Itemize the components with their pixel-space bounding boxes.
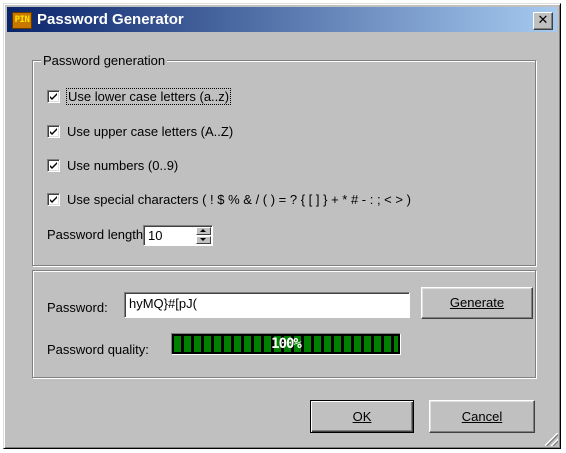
- option-label: Use upper case letters (A..Z): [67, 123, 234, 139]
- option-label: Use special characters ( ! $ % & / ( ) =…: [67, 191, 411, 207]
- password-generator-dialog: PIN Password Generator ✕ Password genera…: [3, 3, 561, 449]
- password-generation-group: Password generation Use lower case lette…: [32, 53, 536, 266]
- checkbox-numbers[interactable]: [47, 158, 60, 172]
- resize-grip-icon[interactable]: [545, 433, 558, 446]
- checkbox-lower-case[interactable]: [47, 89, 60, 103]
- pin-app-icon: PIN: [12, 12, 32, 29]
- check-mark-icon: [50, 161, 57, 169]
- option-special-characters[interactable]: Use special characters ( ! $ % & / ( ) =…: [47, 189, 411, 209]
- password-length-value[interactable]: 10: [148, 228, 162, 243]
- password-output-field[interactable]: hyMQ}#[pJ(: [124, 292, 410, 318]
- ok-button[interactable]: OK: [310, 400, 414, 433]
- close-button[interactable]: ✕: [533, 12, 553, 30]
- cancel-button-label: Cancel: [461, 409, 503, 424]
- cancel-button[interactable]: Cancel: [429, 400, 535, 433]
- title-bar[interactable]: PIN Password Generator ✕: [7, 7, 557, 32]
- password-label: Password:: [47, 300, 108, 315]
- option-numbers[interactable]: Use numbers (0..9): [47, 155, 178, 175]
- generate-button[interactable]: Generate: [421, 287, 533, 319]
- window-title: Password Generator: [37, 11, 184, 28]
- option-lower-case[interactable]: Use lower case letters (a..z): [47, 86, 232, 106]
- spin-down-arrow-icon[interactable]: [196, 236, 211, 244]
- generate-button-label: Generate: [449, 295, 505, 310]
- checkbox-special-characters[interactable]: [47, 192, 60, 206]
- spin-up-arrow-icon[interactable]: [196, 227, 211, 235]
- password-quality-percent: 100%: [271, 336, 302, 352]
- group-legend: Password generation: [41, 53, 168, 68]
- option-label: Use numbers (0..9): [67, 157, 179, 173]
- password-quality-meter: 100%: [171, 333, 401, 355]
- password-quality-label: Password quality:: [47, 342, 149, 357]
- ok-button-label: OK: [352, 409, 372, 424]
- check-mark-icon: [50, 127, 57, 135]
- checkbox-upper-case[interactable]: [47, 124, 60, 138]
- option-upper-case[interactable]: Use upper case letters (A..Z): [47, 121, 233, 141]
- option-label: Use lower case letters (a..z): [65, 87, 232, 105]
- password-length-spinner[interactable]: 10: [143, 225, 213, 246]
- password-output-value: hyMQ}#[pJ(: [129, 296, 197, 311]
- check-mark-icon: [50, 92, 57, 100]
- password-length-label: Password length:: [47, 227, 147, 242]
- check-mark-icon: [50, 195, 57, 203]
